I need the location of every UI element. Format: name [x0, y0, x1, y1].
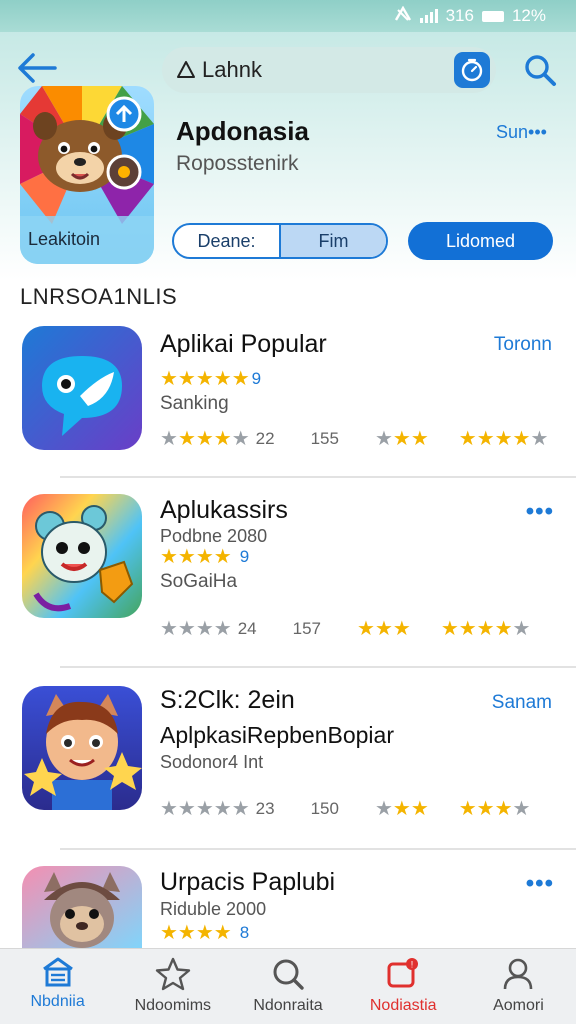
app-icon: [22, 326, 142, 450]
search-filter-button[interactable]: [454, 52, 490, 88]
nav-item-home[interactable]: Nbdniia: [0, 949, 115, 1024]
rating-stars: ★★★★★: [160, 368, 250, 390]
profile-icon: [504, 958, 533, 990]
nav-label: Aomori: [493, 997, 544, 1014]
search-input[interactable]: Lahnk: [202, 57, 262, 83]
rating-stars: ★★★★★: [160, 428, 250, 450]
app-title: Apdonasia: [176, 116, 309, 146]
search-icon: [525, 55, 556, 86]
app-icon: [22, 866, 142, 948]
signal-icon: [419, 9, 438, 23]
item-title: Aplukassirs: [160, 496, 288, 524]
segmented-control: Deane: Fim: [172, 223, 388, 259]
app-icon: [22, 494, 142, 618]
rating: ★★★★ 9: [160, 544, 555, 569]
stats-row: ★★★★★ 22 155 ★★★ ★★★★★: [160, 426, 555, 451]
segment-deane[interactable]: Deane:: [174, 225, 279, 257]
battery-icon: [481, 10, 504, 22]
rating-stars: ★★★★: [160, 922, 232, 944]
divider: [60, 666, 576, 668]
rating-value: 9: [239, 546, 250, 566]
stat-value: 22: [255, 428, 275, 448]
nav-item-search[interactable]: Ndonraita: [230, 949, 345, 1024]
nav-label: Nodiastia: [369, 997, 437, 1014]
rating-value: 8: [239, 922, 250, 942]
divider: [60, 476, 576, 478]
rating-value: 9: [251, 368, 262, 388]
rating-stars: ★★★: [374, 428, 429, 450]
network-icon: [394, 5, 412, 27]
arrow-left-icon: [18, 53, 57, 83]
bottom-navigation: Nbdniia Ndoomims Ndonraita ! Nodiastia A…: [0, 948, 576, 1024]
stat-value: 24: [237, 618, 257, 638]
primary-button[interactable]: Lidomed: [408, 222, 553, 260]
rating-stars: ★★★★: [160, 618, 232, 640]
item-action[interactable]: Toronn: [494, 334, 552, 356]
rating-stars: ★★★★: [160, 546, 232, 568]
app-icon: [22, 686, 142, 810]
rating-stars: ★★★★★: [440, 618, 531, 640]
star-icon: [155, 957, 190, 991]
rating: ★★★★★ 9: [160, 366, 555, 391]
app-icon-label: Leakitoin: [28, 229, 101, 249]
home-icon: [42, 957, 73, 987]
section-title: LNRSOA1NLIS: [20, 284, 178, 309]
stats-row: ★★★★ 24 157 ★★★ ★★★★★: [160, 616, 555, 641]
stat-value: 157: [292, 618, 322, 638]
network-label: 316: [445, 6, 474, 25]
search-bar[interactable]: Lahnk: [162, 47, 496, 93]
stat-value: 155: [310, 428, 339, 448]
search-button[interactable]: [518, 48, 562, 92]
nav-item-notifications[interactable]: ! Nodiastia: [346, 949, 461, 1024]
back-button[interactable]: [14, 48, 58, 88]
battery-level: 12%: [511, 6, 546, 25]
stats-row: ★★★★★ 23 150 ★★★ ★★★★: [160, 796, 555, 821]
nav-item-profile[interactable]: Aomori: [461, 949, 576, 1024]
divider: [60, 848, 576, 850]
rating-stars: ★★★★★: [458, 428, 549, 450]
more-link[interactable]: Sun•••: [496, 122, 547, 143]
item-category: Sanking: [160, 393, 229, 414]
search-icon: [273, 959, 304, 990]
more-options-button[interactable]: •••: [526, 498, 554, 526]
nav-item-favorites[interactable]: Ndoomims: [115, 949, 230, 1024]
nav-label: Ndonraita: [253, 997, 323, 1014]
item-title-secondary: AplpkasiRepbenBopiar: [160, 722, 394, 748]
rating-stars: ★★★: [374, 798, 429, 820]
rating-stars: ★★★★★: [160, 798, 250, 820]
more-options-button[interactable]: •••: [526, 870, 554, 898]
item-category: SoGaiHa: [160, 571, 238, 592]
nav-label: Nbdniia: [30, 993, 85, 1010]
rating-stars: ★★★: [357, 618, 411, 640]
segment-fim[interactable]: Fim: [279, 225, 386, 257]
item-title: S:2Clk: 2ein: [160, 686, 295, 714]
item-subtitle: Riduble 2000: [160, 899, 267, 919]
warning-icon: [177, 61, 195, 78]
svg-text:!: !: [411, 960, 414, 970]
item-title: Aplikai Popular: [160, 330, 327, 358]
nav-label: Ndoomims: [134, 997, 212, 1014]
rating: ★★★★ 8: [160, 920, 555, 945]
timer-icon: [461, 58, 483, 82]
item-title: Urpacis Paplubi: [160, 868, 336, 896]
notification-icon: !: [387, 958, 419, 988]
item-subtitle: Sodonor4 Int: [160, 752, 264, 772]
item-action[interactable]: Sanam: [492, 692, 552, 714]
status-bar: 316 12%: [0, 0, 576, 32]
rating-stars: ★★★★: [458, 798, 531, 820]
stat-value: 23: [255, 798, 275, 818]
app-icon[interactable]: Leakitoin: [20, 86, 154, 264]
app-subtitle: Roposstenirk: [176, 152, 299, 175]
stat-value: 150: [310, 798, 339, 818]
